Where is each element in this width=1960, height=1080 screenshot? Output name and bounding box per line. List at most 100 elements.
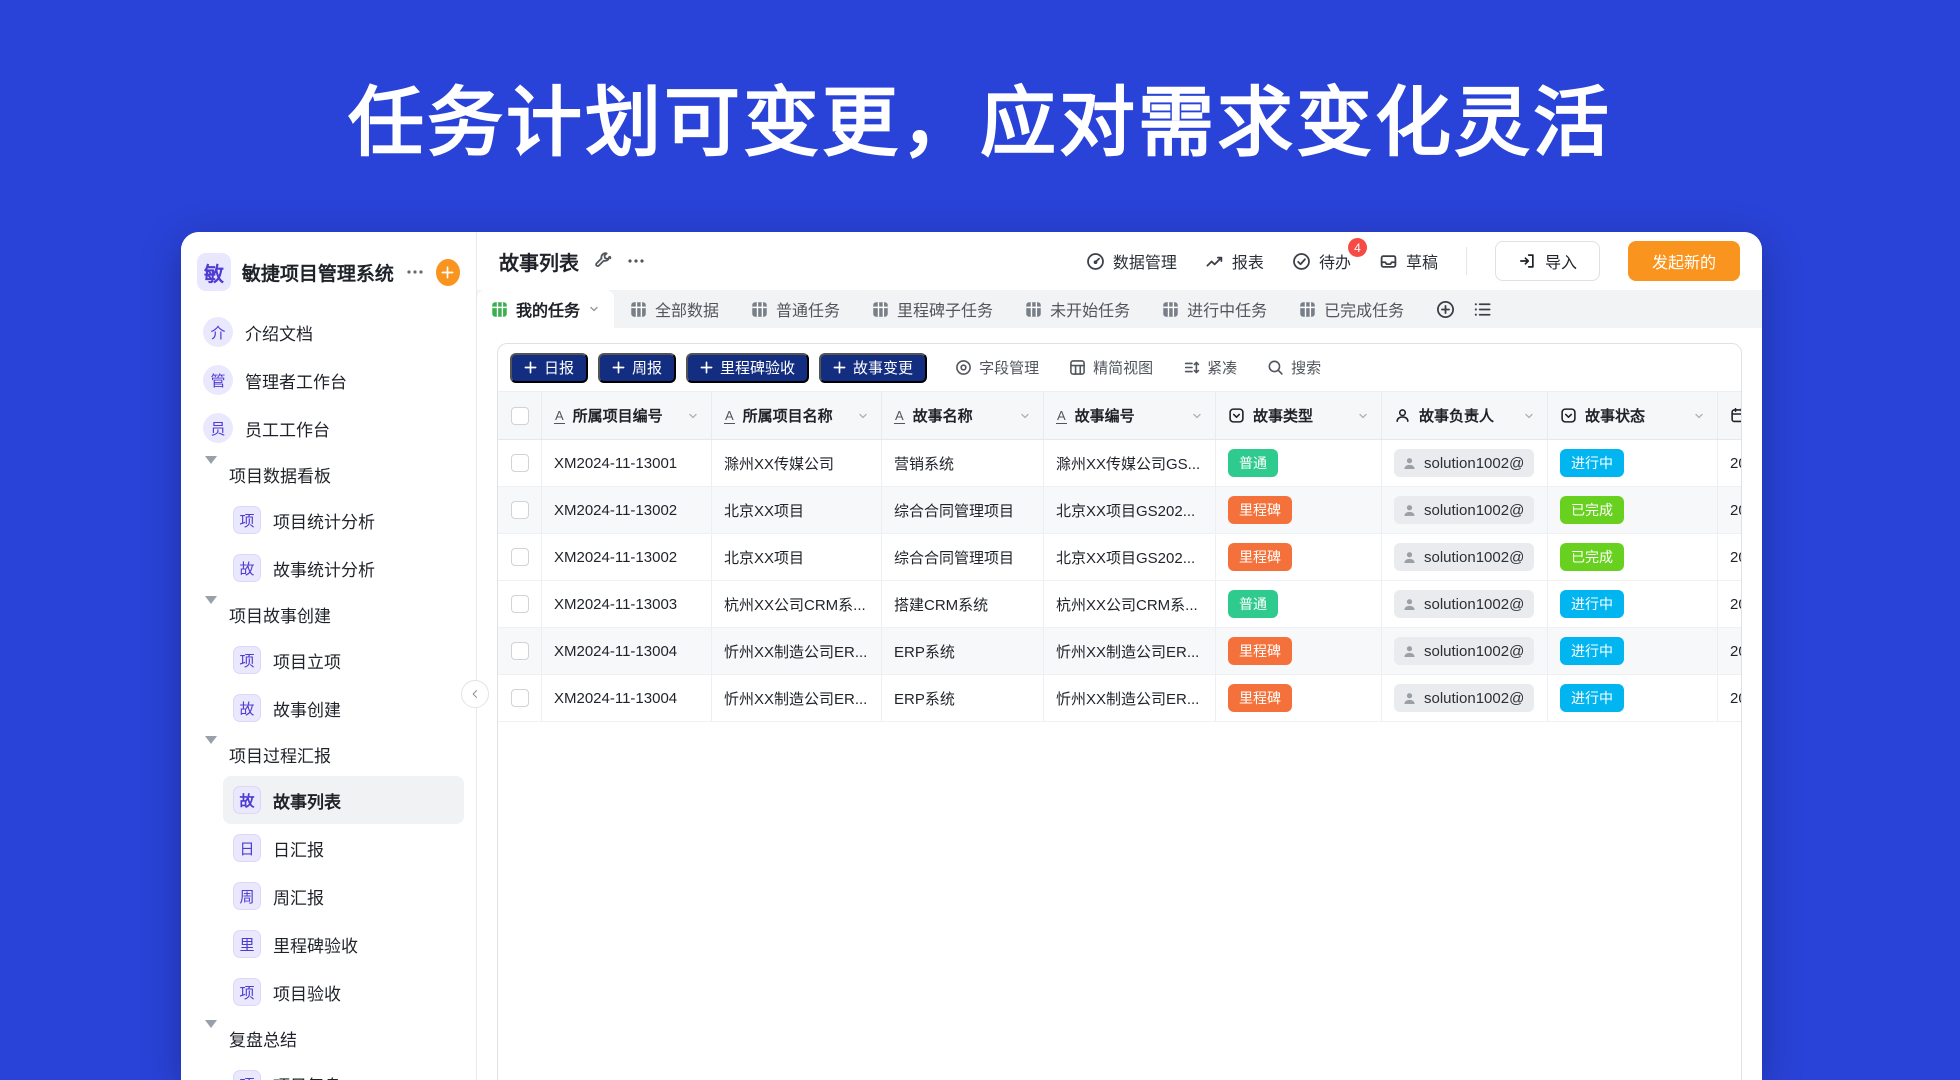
sidebar-group-project-story-create[interactable]: 项目故事创建: [193, 592, 464, 636]
row-checkbox[interactable]: [511, 454, 529, 472]
sidebar-item-intro-doc[interactable]: 介介绍文档: [193, 308, 464, 356]
column-menu-chevron-icon[interactable]: [857, 410, 869, 422]
import-button[interactable]: 导入: [1495, 241, 1600, 281]
owner-pill[interactable]: solution1002@: [1394, 543, 1534, 571]
header-more-icon[interactable]: [626, 251, 646, 271]
status-tag[interactable]: 已完成: [1560, 496, 1624, 524]
tab-my-tasks[interactable]: 我的任务: [477, 290, 614, 328]
sidebar-add-button[interactable]: [436, 259, 460, 286]
story-type-tag[interactable]: 里程碑: [1228, 496, 1292, 524]
sidebar-group-project-process-report[interactable]: 项目过程汇报: [193, 732, 464, 776]
story-type-tag[interactable]: 里程碑: [1228, 543, 1292, 571]
density-label: 紧凑: [1207, 357, 1237, 378]
add-weekly-report-label: 周报: [632, 357, 662, 378]
row-checkbox[interactable]: [511, 501, 529, 519]
owner-pill[interactable]: solution1002@: [1394, 590, 1534, 618]
sidebar-group-label: 项目故事创建: [229, 602, 331, 627]
story-type-tag[interactable]: 普通: [1228, 590, 1278, 618]
sidebar-item-story-list[interactable]: 故故事列表: [223, 776, 464, 824]
cell-col-date: 20: [1718, 628, 1742, 674]
table-row[interactable]: XM2024-11-13002北京XX项目综合合同管理项目北京XX项目GS202…: [498, 534, 1741, 581]
sidebar-item-project-initiation[interactable]: 项项目立项: [223, 636, 464, 684]
column-menu-chevron-icon[interactable]: [1191, 410, 1203, 422]
sidebar-item-story-stats[interactable]: 故故事统计分析: [223, 544, 464, 592]
data-management-action[interactable]: 数据管理: [1086, 249, 1177, 273]
reports-action[interactable]: 报表: [1205, 249, 1264, 273]
create-new-button[interactable]: 发起新的: [1628, 241, 1740, 281]
cell-col-select: [498, 628, 542, 674]
table-row[interactable]: XM2024-11-13002北京XX项目综合合同管理项目北京XX项目GS202…: [498, 487, 1741, 534]
column-menu-chevron-icon[interactable]: [687, 410, 699, 422]
view-list-button[interactable]: [1473, 300, 1492, 319]
owner-pill[interactable]: solution1002@: [1394, 637, 1534, 665]
person-fill-icon: [1402, 503, 1417, 518]
sidebar-item-project-acceptance[interactable]: 项项目验收: [223, 968, 464, 1016]
status-tag[interactable]: 已完成: [1560, 543, 1624, 571]
row-checkbox[interactable]: [511, 689, 529, 707]
compact-view-button[interactable]: 精简视图: [1069, 357, 1153, 378]
sidebar-more-icon[interactable]: [405, 262, 425, 282]
sidebar-group-review-summary[interactable]: 复盘总结: [193, 1016, 464, 1060]
status-tag[interactable]: 进行中: [1560, 684, 1624, 712]
tab-milestone-subtasks[interactable]: 里程碑子任务: [856, 290, 1009, 328]
select-all-checkbox[interactable]: [511, 407, 529, 425]
owner-pill[interactable]: solution1002@: [1394, 449, 1534, 477]
story-type-tag[interactable]: 里程碑: [1228, 637, 1292, 665]
sidebar-item-weekly-report[interactable]: 周周汇报: [223, 872, 464, 920]
cell-col-select: [498, 487, 542, 533]
column-menu-chevron-icon[interactable]: [1523, 410, 1535, 422]
todo-action[interactable]: 待办4: [1292, 249, 1351, 273]
sidebar-header: 敏 敏捷项目管理系统: [181, 244, 476, 300]
story-type-tag[interactable]: 里程碑: [1228, 684, 1292, 712]
field-management-button[interactable]: 字段管理: [955, 357, 1039, 378]
sidebar-item-project-stats[interactable]: 项项目统计分析: [223, 496, 464, 544]
column-menu-chevron-icon[interactable]: [1693, 410, 1705, 422]
table-row[interactable]: XM2024-11-13004忻州XX制造公司ER...ERP系统忻州XX制造公…: [498, 675, 1741, 722]
sidebar-item-daily-report[interactable]: 日日汇报: [223, 824, 464, 872]
tab-label: 全部数据: [655, 297, 719, 321]
row-checkbox[interactable]: [511, 642, 529, 660]
table-row[interactable]: XM2024-11-13001滁州XX传媒公司营销系统滁州XX传媒公司GS...…: [498, 440, 1741, 487]
toolbar: 日报 周报 里程碑验收故事变更 字段管理 精简视图 紧凑 搜索: [498, 344, 1741, 391]
tab-normal-tasks[interactable]: 普通任务: [735, 290, 856, 328]
sidebar-item-project-review[interactable]: 项项目复盘: [223, 1060, 464, 1080]
table-row[interactable]: XM2024-11-13004忻州XX制造公司ER...ERP系统忻州XX制造公…: [498, 628, 1741, 675]
sidebar-item-story-create[interactable]: 故故事创建: [223, 684, 464, 732]
add-story-change-button[interactable]: 故事变更: [819, 353, 927, 383]
tab-in-progress-tasks[interactable]: 进行中任务: [1146, 290, 1283, 328]
column-menu-chevron-icon[interactable]: [1357, 410, 1369, 422]
sidebar-group-project-data-board[interactable]: 项目数据看板: [193, 452, 464, 496]
person-fill-icon: [1402, 691, 1417, 706]
status-tag[interactable]: 进行中: [1560, 449, 1624, 477]
cell-col-project-name: 北京XX项目: [712, 534, 882, 580]
add-daily-report-button[interactable]: 日报: [510, 353, 588, 383]
table-header-col-story-type: 故事类型: [1216, 392, 1382, 439]
story-type-tag[interactable]: 普通: [1228, 449, 1278, 477]
search-button[interactable]: 搜索: [1267, 357, 1321, 378]
tab-label: 未开始任务: [1050, 297, 1130, 321]
owner-pill[interactable]: solution1002@: [1394, 684, 1534, 712]
row-checkbox[interactable]: [511, 548, 529, 566]
column-menu-chevron-icon[interactable]: [1019, 410, 1031, 422]
cell-col-story-status: 已完成: [1548, 534, 1718, 580]
tab-all-data[interactable]: 全部数据: [614, 290, 735, 328]
owner-pill[interactable]: solution1002@: [1394, 496, 1534, 524]
row-checkbox[interactable]: [511, 595, 529, 613]
add-view-button[interactable]: [1436, 300, 1455, 319]
drafts-action[interactable]: 草稿: [1379, 249, 1438, 273]
tab-not-started-tasks[interactable]: 未开始任务: [1009, 290, 1146, 328]
add-milestone-acceptance-button[interactable]: 里程碑验收: [686, 353, 809, 383]
table-row[interactable]: XM2024-11-13003杭州XX公司CRM系...搭建CRM系统杭州XX公…: [498, 581, 1741, 628]
sidebar-item-employee-workbench[interactable]: 员员工工作台: [193, 404, 464, 452]
sidebar-item-manager-workbench[interactable]: 管管理者工作台: [193, 356, 464, 404]
sidebar-collapse-handle[interactable]: [461, 680, 489, 708]
tab-completed-tasks[interactable]: 已完成任务: [1283, 290, 1420, 328]
add-weekly-report-button[interactable]: 周报: [598, 353, 676, 383]
sidebar-item-milestone-acceptance[interactable]: 里里程碑验收: [223, 920, 464, 968]
status-tag[interactable]: 进行中: [1560, 637, 1624, 665]
status-tag[interactable]: 进行中: [1560, 590, 1624, 618]
cell-col-story-owner: solution1002@: [1382, 581, 1548, 627]
density-button[interactable]: 紧凑: [1183, 357, 1237, 378]
wrench-icon[interactable]: [593, 252, 612, 271]
sidebar-item-icon: 项: [233, 1070, 261, 1080]
